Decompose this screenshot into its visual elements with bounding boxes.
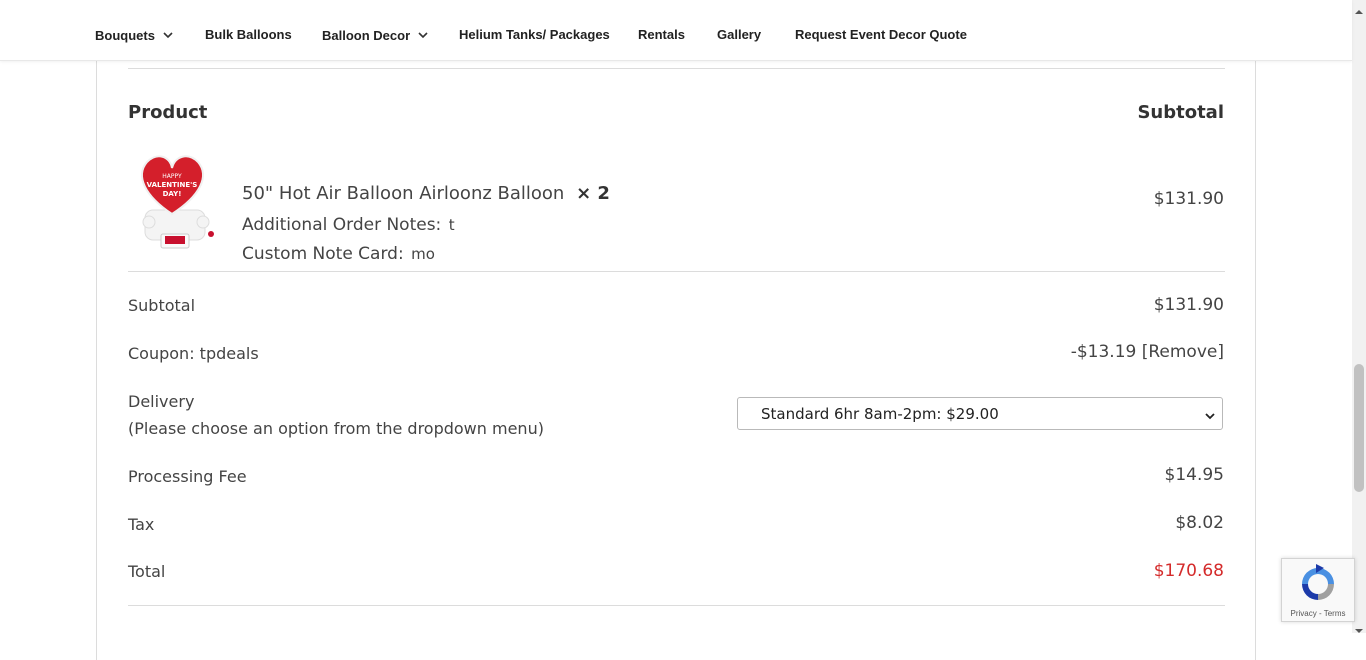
total-value: $170.68 [1153,561,1224,581]
nav-label: Bouquets [95,28,155,43]
nav-bouquets[interactable]: Bouquets [95,27,173,43]
chevron-down-icon [163,27,173,42]
nav-balloon-decor[interactable]: Balloon Decor [322,27,428,43]
coupon-label: Coupon: tpdeals [128,344,259,363]
remove-coupon-link[interactable]: [Remove] [1142,342,1224,362]
svg-text:HAPPY: HAPPY [162,173,182,180]
product-quantity: × 2 [576,183,610,204]
subtotal-value: $131.90 [1153,295,1224,315]
nav-label: Balloon Decor [322,28,411,43]
chevron-down-icon [1205,407,1215,425]
nav-label: Gallery [717,27,762,42]
divider [128,68,1225,69]
processing-fee-label: Processing Fee [128,467,247,486]
recaptcha-logo-icon [1296,564,1340,609]
nav-request-quote[interactable]: Request Event Decor Quote [795,27,967,42]
nav-label: Bulk Balloons [205,27,292,42]
delivery-selected-value: Standard 6hr 8am-2pm: $29.00 [761,405,999,423]
nav-helium-tanks[interactable]: Helium Tanks/ Packages [459,27,610,42]
recaptcha-badge[interactable]: Privacy - Terms [1281,558,1355,622]
note-card-label: Custom Note Card: [242,244,404,264]
nav-bulk-balloons[interactable]: Bulk Balloons [205,27,292,42]
svg-text:VALENTINE'S: VALENTINE'S [147,181,198,189]
page-scrollbar[interactable] [1352,0,1366,633]
recaptcha-links[interactable]: Privacy - Terms [1282,609,1354,618]
scroll-down-arrow-icon[interactable] [1355,622,1363,633]
order-notes-label: Additional Order Notes: [242,215,442,235]
chevron-down-icon [418,27,428,42]
note-card-value: mo [411,245,435,263]
subtotal-header: Subtotal [1137,102,1224,123]
divider [128,271,1225,272]
divider [128,605,1225,606]
order-notes-value: t [448,216,455,234]
nav-label: Rentals [638,27,685,42]
coupon-discount: -$13.19 [1070,342,1137,362]
top-navigation: Bouquets Bulk Balloons Balloon Decor Hel… [0,0,1352,61]
subtotal-label: Subtotal [128,296,196,315]
tax-value: $8.02 [1175,513,1224,533]
product-header: Product [128,102,208,123]
total-label: Total [128,562,166,581]
line-total: $131.90 [1153,189,1224,209]
nav-rentals[interactable]: Rentals [638,27,685,42]
nav-label: Helium Tanks/ Packages [459,27,610,42]
coupon-value: -$13.19 [Remove] [1000,342,1224,362]
order-notes: Additional Order Notes: t [242,215,455,235]
scroll-up-arrow-icon[interactable] [1355,3,1363,14]
product-name-text: 50" Hot Air Balloon Airloonz Balloon [242,183,565,204]
svg-text:DAY!: DAY! [163,190,182,198]
scrollbar-thumb[interactable] [1354,364,1364,492]
delivery-select[interactable]: Standard 6hr 8am-2pm: $29.00 [737,397,1223,430]
processing-fee-value: $14.95 [1164,465,1224,485]
note-card: Custom Note Card: mo [242,244,435,264]
nav-label: Request Event Decor Quote [795,27,967,42]
product-image: HAPPY VALENTINE'S DAY! [135,152,217,252]
delivery-hint: (Please choose an option from the dropdo… [128,419,544,438]
nav-gallery[interactable]: Gallery [717,27,761,42]
product-name: 50" Hot Air Balloon Airloonz Balloon × 2 [242,183,610,204]
tax-label: Tax [128,515,155,534]
delivery-label: Delivery [128,392,195,411]
